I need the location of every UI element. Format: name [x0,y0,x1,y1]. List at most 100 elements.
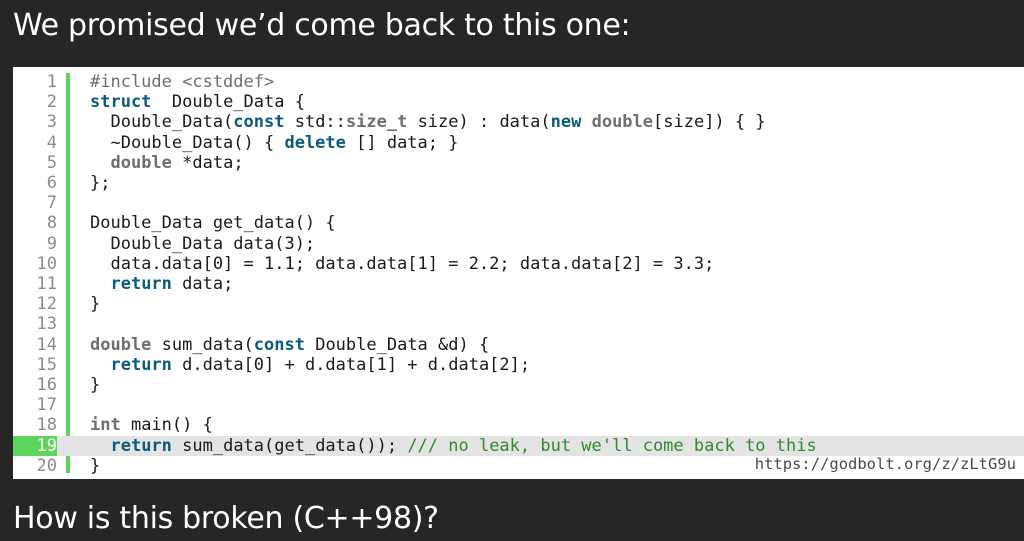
code-text: int main() { [90,415,213,435]
code-token: std:: [284,112,346,133]
line-number: 13 [36,314,57,335]
code-type: double [90,334,152,355]
code-token: [] data; } [345,132,459,153]
line-number: 8 [46,213,57,234]
code-text: return d.data[0] + d.data[1] + d.data[2]… [90,355,530,375]
code-keyword: return [110,274,172,294]
line-number: 15 [36,354,57,375]
code-token: size) : data( [407,112,551,133]
code-keyword: return [110,354,172,375]
line-number: 3 [46,112,57,133]
code-line[interactable]: 5 double *data; [13,153,1024,173]
code-line[interactable]: 14 double sum_data(const Double_Data &d) … [13,335,1024,355]
code-token: *data; [171,152,244,173]
slide-title: We promised we’d come back to this one: [13,8,631,43]
code-line[interactable]: 12} [13,294,1024,314]
code-type: #include <cstddef> [90,72,275,92]
code-token: Double_Data get_data() { [90,213,336,234]
code-line[interactable]: 2 struct Double_Data { [13,92,1024,112]
code-token: } [90,375,101,395]
code-text: }; [90,173,110,193]
line-number: 19 [13,435,57,456]
code-text: #include <cstddef> [90,72,274,92]
code-text: Double_Data get_data() { [90,213,336,233]
line-number: 16 [36,375,57,395]
code-token: [size]) { } [653,112,766,133]
code-token: d.data[0] + d.data[1] + d.data[2]; [171,354,531,375]
code-token: sum_data(get_data()); [171,435,408,456]
code-line[interactable]: 10 data.data[0] = 1.1; data.data[1] = 2.… [13,254,1024,274]
code-line[interactable]: 1 #include <cstddef> [13,72,1024,92]
line-number: 18 [36,415,57,436]
code-editor[interactable]: 1 #include <cstddef> 2 struct Double_Data {… [13,67,1024,479]
code-text: } [90,375,100,395]
code-line[interactable]: 13 [13,314,1024,334]
line-number: 6 [46,173,57,193]
code-text: return data; [90,274,233,294]
code-token: }; [90,173,111,193]
code-text: double sum_data(const Double_Data &d) { [90,335,489,355]
code-text: Double_Data(const std::size_t size) : da… [90,112,766,133]
code-token: Double_Data( [90,112,234,133]
code-keyword: struct [90,92,152,113]
code-text: } [90,294,100,314]
code-keyword: const [253,334,305,355]
code-keyword: return [110,435,172,456]
code-token: data.data[0] = 1.1; data.data[1] = 2.2; … [90,253,715,274]
code-token: main() { [120,415,213,436]
line-number: 10 [36,253,57,274]
godbolt-link[interactable]: https://godbolt.org/z/zLtG9u [755,455,1016,473]
line-number: 17 [36,395,57,416]
code-line[interactable]: 6}; [13,173,1024,193]
code-line[interactable]: 16} [13,375,1024,395]
code-line[interactable]: 17 [13,395,1024,415]
code-token: } [90,294,101,315]
code-keyword: const [233,112,285,133]
code-line[interactable]: 3 Double_Data(const std::size_t size) : … [13,112,1024,132]
line-number: 5 [46,152,57,173]
code-keyword: delete [284,132,346,153]
code-text: struct Double_Data { [90,92,305,112]
code-line[interactable]: 11 return data; [13,274,1024,294]
code-text: data.data[0] = 1.1; data.data[1] = 2.2; … [90,254,714,274]
code-text: return sum_data(get_data()); /// no leak… [90,435,817,456]
line-number: 7 [46,193,57,214]
line-number: 11 [36,274,57,294]
line-number: 2 [46,92,57,113]
code-token: Double_Data &d) { [304,334,490,355]
code-line[interactable]: 8 Double_Data get_data() { [13,213,1024,233]
code-line[interactable]: 15 return d.data[0] + d.data[1] + d.data… [13,355,1024,375]
code-line[interactable]: 7 [13,193,1024,213]
code-token: Double_Data data(3); [90,233,316,254]
code-type: double [591,112,654,133]
code-line[interactable]: 9 Double_Data data(3); [13,234,1024,254]
code-text: } [90,456,100,476]
code-token: ~Double_Data() { [90,132,285,153]
code-text: double *data; [90,152,244,173]
line-number: 14 [36,334,57,355]
code-line[interactable]: 18 int main() { [13,415,1024,435]
code-line-highlighted[interactable]: 19 return sum_data(get_data()); /// no l… [13,435,1024,456]
code-type: size_t [345,112,408,133]
slide-question: How is this broken (C++98)? [13,501,439,536]
line-number: 20 [36,455,57,476]
code-token: } [90,455,101,476]
code-text: Double_Data data(3); [90,234,315,254]
code-token: Double_Data { [151,92,305,113]
code-comment: /// no leak, but we'll come back to this [407,435,817,456]
line-number: 9 [46,233,57,254]
code-line[interactable]: 4 ~Double_Data() { delete [] data; } [13,133,1024,153]
code-token: sum_data( [151,334,254,355]
line-number: 4 [46,132,57,153]
code-type: int [90,415,121,436]
code-keyword: new [550,112,582,133]
line-number: 12 [36,294,57,315]
code-token: data; [171,274,234,294]
code-type: double [110,152,172,173]
line-number: 1 [46,72,57,92]
